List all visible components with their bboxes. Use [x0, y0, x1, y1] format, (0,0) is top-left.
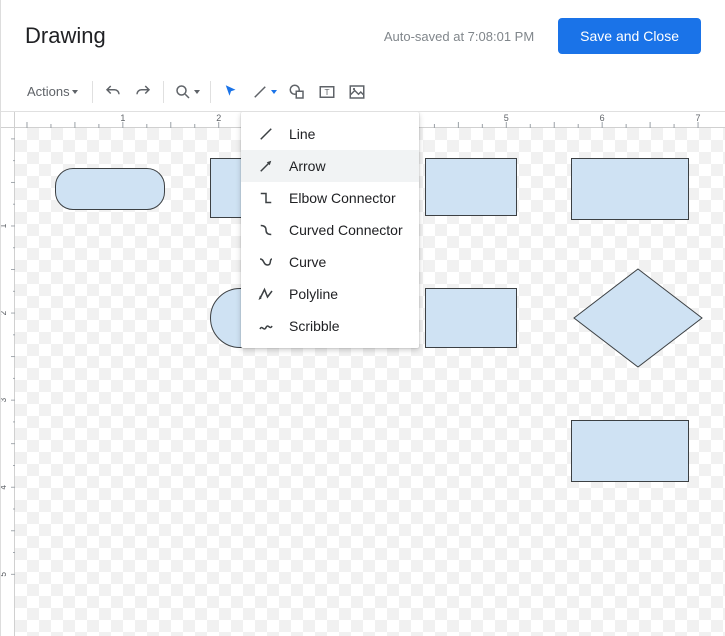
polyline-icon [257, 285, 275, 303]
canvas-area: 1 2 3 4 5 6 [1, 112, 725, 636]
toolbar-separator [92, 81, 93, 103]
menu-item-label: Curve [289, 254, 326, 270]
menu-item-label: Scribble [289, 318, 340, 334]
caret-down-icon [271, 90, 277, 94]
undo-icon [104, 83, 122, 101]
line-menu-scribble[interactable]: Scribble [241, 310, 419, 342]
curve-icon [257, 253, 275, 271]
line-menu-line[interactable]: Line [241, 118, 419, 150]
image-icon [348, 83, 366, 101]
line-menu-curved-connector[interactable]: Curved Connector [241, 214, 419, 246]
line-icon [251, 83, 269, 101]
shape-tool-button[interactable] [283, 78, 311, 106]
undo-button[interactable] [99, 78, 127, 106]
select-tool-button[interactable] [217, 78, 245, 106]
menu-item-label: Polyline [289, 286, 338, 302]
autosave-status: Auto-saved at 7:08:01 PM [264, 29, 534, 44]
redo-icon [134, 83, 152, 101]
line-menu-arrow[interactable]: Arrow [241, 150, 419, 182]
menu-item-label: Arrow [289, 158, 326, 174]
line-icon [257, 125, 275, 143]
caret-down-icon [194, 90, 200, 94]
image-tool-button[interactable] [343, 78, 371, 106]
shape-icon [288, 83, 306, 101]
canvas-shape-diamond[interactable] [573, 268, 703, 368]
zoom-icon [174, 83, 192, 101]
vertical-ruler[interactable]: 1 2 3 4 5 [1, 128, 15, 636]
ruler-v-label: 3 [1, 398, 8, 403]
line-tool-dropdown: Line Arrow Elbow Connector Curved Connec… [241, 112, 419, 348]
canvas-shape-rect[interactable] [571, 420, 689, 482]
menu-item-label: Curved Connector [289, 222, 403, 238]
canvas-shape-rect[interactable] [425, 288, 517, 348]
toolbar-separator [210, 81, 211, 103]
actions-label: Actions [27, 84, 70, 99]
menu-item-label: Line [289, 126, 315, 142]
canvas-shape-rect[interactable] [425, 158, 517, 216]
ruler-h-label: 2 [216, 113, 221, 123]
cursor-icon [222, 83, 240, 101]
zoom-button[interactable] [170, 78, 204, 106]
svg-text:T: T [324, 88, 329, 97]
menu-item-label: Elbow Connector [289, 190, 396, 206]
arrow-icon [257, 157, 275, 175]
ruler-corner [1, 112, 15, 128]
actions-menu-button[interactable]: Actions [19, 78, 86, 106]
textbox-tool-button[interactable]: T [313, 78, 341, 106]
elbow-connector-icon [257, 189, 275, 207]
textbox-icon: T [318, 83, 336, 101]
ruler-v-label: 4 [1, 485, 8, 490]
drawing-dialog: Drawing Auto-saved at 7:08:01 PM Save an… [0, 0, 725, 636]
dialog-header: Drawing Auto-saved at 7:08:01 PM Save an… [1, 0, 725, 72]
ruler-h-label: 7 [696, 113, 701, 123]
toolbar-separator [163, 81, 164, 103]
curved-connector-icon [257, 221, 275, 239]
ruler-v-label: 1 [1, 223, 8, 228]
save-and-close-button[interactable]: Save and Close [558, 18, 701, 54]
ruler-h-label: 5 [504, 113, 509, 123]
line-menu-elbow-connector[interactable]: Elbow Connector [241, 182, 419, 214]
ruler-v-label: 5 [1, 572, 8, 577]
scribble-icon [257, 317, 275, 335]
canvas-shape-rect[interactable] [571, 158, 689, 220]
ruler-v-label: 2 [1, 311, 8, 316]
redo-button[interactable] [129, 78, 157, 106]
caret-down-icon [72, 90, 78, 94]
canvas-shape-roundrect[interactable] [55, 168, 165, 210]
ruler-h-label: 6 [600, 113, 605, 123]
ruler-h-label: 1 [120, 113, 125, 123]
line-menu-curve[interactable]: Curve [241, 246, 419, 278]
line-tool-button[interactable] [247, 78, 281, 106]
toolbar: Actions T [1, 72, 725, 112]
line-menu-polyline[interactable]: Polyline [241, 278, 419, 310]
dialog-title: Drawing [25, 23, 106, 49]
